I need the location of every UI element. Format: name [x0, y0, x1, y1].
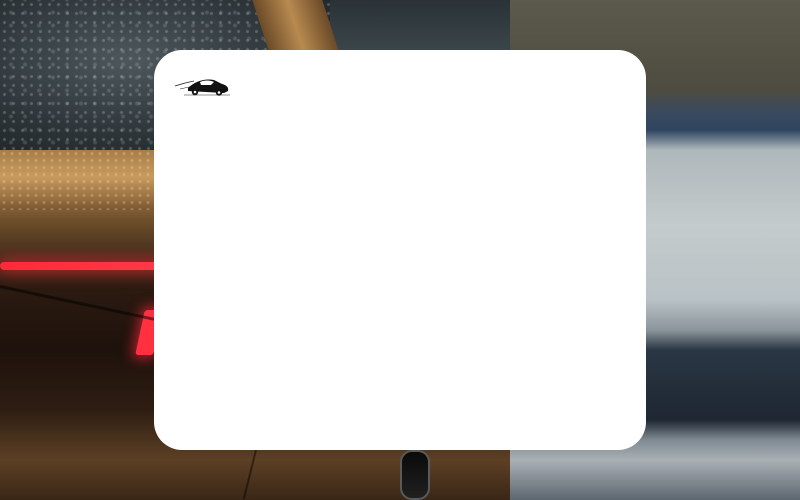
screen: [0, 0, 800, 500]
background-exhaust-tip: [400, 450, 430, 500]
sports-car-silhouette-icon: [174, 79, 230, 96]
content-card: [154, 50, 646, 450]
